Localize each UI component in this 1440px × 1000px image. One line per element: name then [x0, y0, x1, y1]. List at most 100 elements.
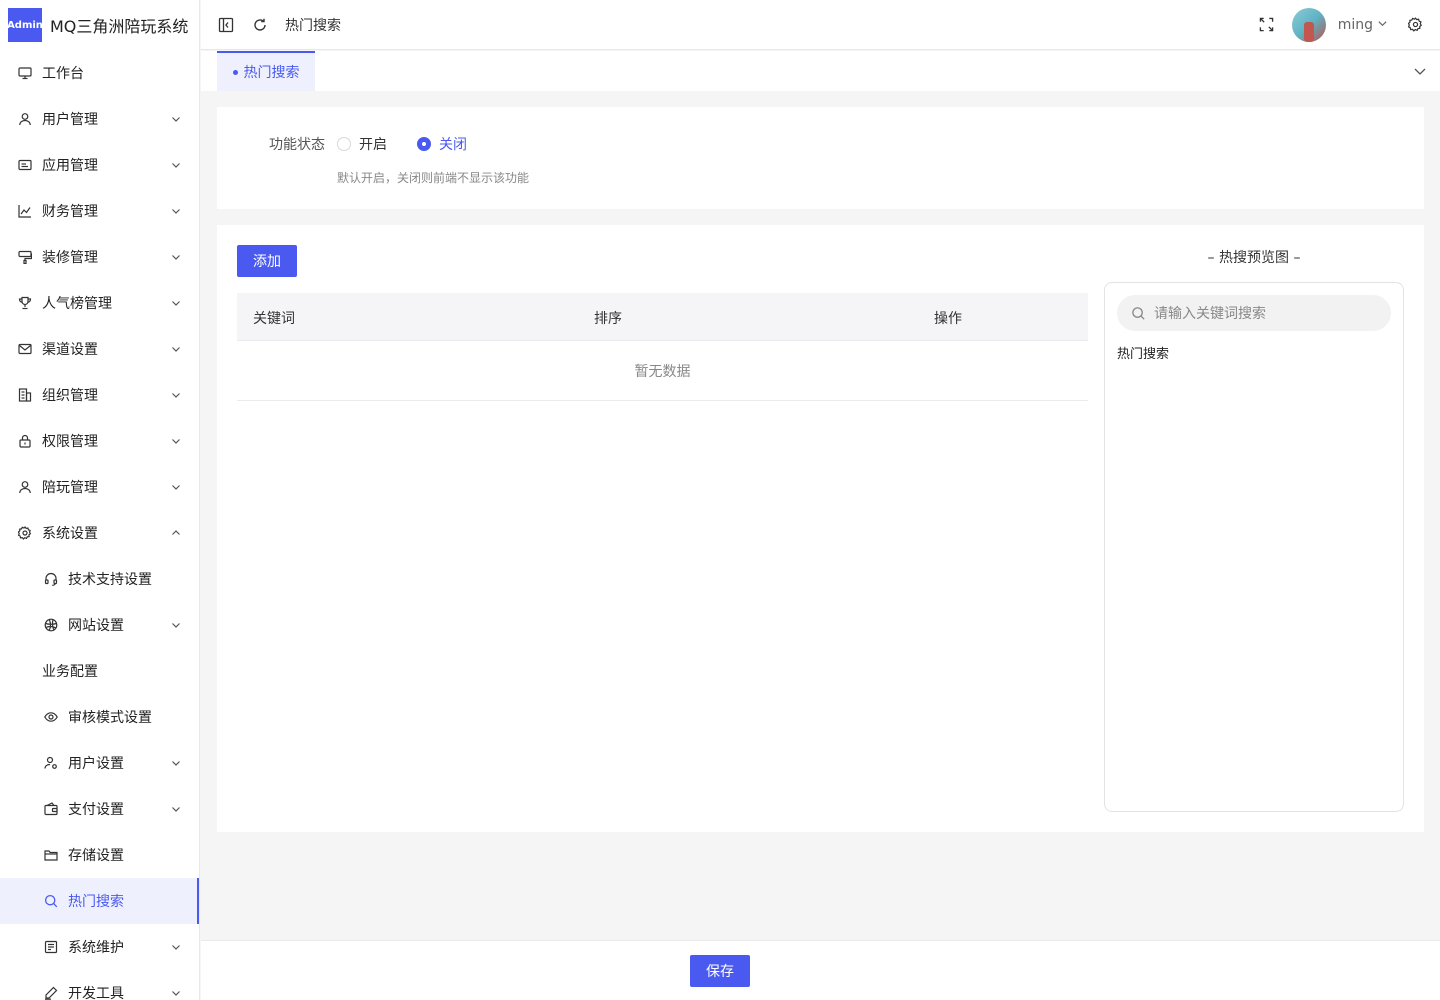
- gear-icon[interactable]: [1406, 16, 1424, 34]
- username[interactable]: ming: [1338, 17, 1373, 33]
- table-header: 关键词 排序 操作: [237, 293, 1088, 341]
- sidebar-item-label: 系统设置: [42, 526, 98, 542]
- sidebar-item-lock[interactable]: 权限管理: [0, 418, 199, 464]
- sidebar-item-label: 支付设置: [68, 802, 124, 818]
- chevron-down-icon: [171, 988, 181, 998]
- avatar[interactable]: [1291, 7, 1326, 42]
- chevron-down-icon: [171, 804, 181, 814]
- chevron-down-icon: [171, 758, 181, 768]
- sidebar-item-label: 审核模式设置: [68, 710, 152, 726]
- sidebar-item-label: 组织管理: [42, 388, 98, 404]
- radio-disable[interactable]: 关闭: [417, 134, 467, 154]
- sidebar-item-user[interactable]: 用户管理: [0, 96, 199, 142]
- tab-active-dot: [232, 69, 238, 75]
- wallet-icon: [44, 802, 58, 816]
- tab-hot-search[interactable]: 热门搜索: [217, 51, 315, 91]
- chevron-down-icon[interactable]: [1412, 63, 1428, 79]
- preview-search-input[interactable]: 请输入关键词搜索: [1117, 295, 1391, 331]
- user-settings-icon: [44, 756, 58, 770]
- maintenance-icon: [44, 940, 58, 954]
- chevron-up-icon: [171, 528, 181, 538]
- sidebar-subitem-user-settings[interactable]: 用户设置: [0, 740, 199, 786]
- user-icon: [18, 480, 32, 494]
- column-header-keyword: 关键词: [253, 311, 295, 327]
- refresh-icon[interactable]: [251, 16, 269, 34]
- chevron-down-icon: [171, 436, 181, 446]
- sidebar-item-building[interactable]: 组织管理: [0, 372, 199, 418]
- save-button[interactable]: 保存: [690, 955, 750, 987]
- keyword-table: 关键词 排序 操作 暂无数据: [237, 293, 1088, 401]
- search-icon: [1131, 306, 1146, 321]
- sidebar-item-monitor[interactable]: 工作台: [0, 50, 199, 96]
- top-header: 热门搜索 ming: [201, 0, 1440, 50]
- folder-icon: [44, 848, 58, 862]
- chart-icon: [18, 204, 32, 218]
- sidebar-subitem-item[interactable]: 业务配置: [0, 648, 199, 694]
- radio-label: 关闭: [439, 137, 467, 153]
- radio-circle[interactable]: [417, 137, 431, 151]
- brand-name: MQ三角洲陪玩系统: [50, 17, 189, 36]
- chevron-down-icon: [171, 298, 181, 308]
- sidebar-item-label: 应用管理: [42, 158, 98, 174]
- sidebar-subitem-folder[interactable]: 存储设置: [0, 832, 199, 878]
- chevron-down-icon: [171, 942, 181, 952]
- fullscreen-icon[interactable]: [1258, 16, 1276, 34]
- brush-icon: [18, 250, 32, 264]
- radio-enable[interactable]: 开启: [337, 134, 387, 154]
- preview-hot-label: 热门搜索: [1117, 347, 1170, 362]
- sidebar-item-gear[interactable]: 系统设置: [0, 510, 199, 556]
- sidebar-item-user[interactable]: 陪玩管理: [0, 464, 199, 510]
- sidebar-item-label: 陪玩管理: [42, 480, 98, 496]
- sidebar-item-label: 渠道设置: [42, 342, 98, 358]
- add-button[interactable]: 添加: [237, 245, 297, 277]
- chevron-down-icon[interactable]: [1377, 17, 1388, 33]
- chevron-down-icon: [171, 206, 181, 216]
- sidebar-item-brush[interactable]: 装修管理: [0, 234, 199, 280]
- sidebar-subitem-globe[interactable]: 网站设置: [0, 602, 199, 648]
- sidebar-subitem-wallet[interactable]: 支付设置: [0, 786, 199, 832]
- sidebar-item-label: 财务管理: [42, 204, 98, 220]
- sidebar-subitem-pen[interactable]: 开发工具: [0, 970, 199, 1000]
- globe-icon: [44, 618, 58, 632]
- tab-bar: 热门搜索: [201, 51, 1440, 91]
- sidebar-subitem-headset[interactable]: 技术支持设置: [0, 556, 199, 602]
- sidebar-item-trophy[interactable]: 人气榜管理: [0, 280, 199, 326]
- brand-logo: Admin: [7, 8, 43, 42]
- sidebar-item-label: 用户设置: [68, 756, 124, 772]
- mail-icon: [18, 342, 32, 356]
- function-status-card: 功能状态 开启 关闭 默认开启，关闭则前端不显示该功能: [217, 107, 1424, 209]
- chevron-down-icon: [171, 390, 181, 400]
- eye-icon: [44, 710, 58, 724]
- sidebar-subitem-maintenance[interactable]: 系统维护: [0, 924, 199, 970]
- sidebar-subitem-search[interactable]: 热门搜索: [0, 878, 199, 924]
- chevron-down-icon: [171, 252, 181, 262]
- sidebar-item-label: 用户管理: [42, 112, 98, 128]
- sidebar-item-label: 业务配置: [42, 664, 98, 680]
- function-status-help: 默认开启，关闭则前端不显示该功能: [337, 171, 530, 185]
- chevron-down-icon: [171, 114, 181, 124]
- building-icon: [18, 388, 32, 402]
- sidebar-item-label: 系统维护: [68, 940, 124, 956]
- chevron-down-icon: [171, 160, 181, 170]
- brand: Admin MQ三角洲陪玩系统: [0, 0, 199, 50]
- sidebar-subitem-eye[interactable]: 审核模式设置: [0, 694, 199, 740]
- preview-panel: 请输入关键词搜索 热门搜索: [1104, 282, 1404, 812]
- lock-icon: [18, 434, 32, 448]
- column-header-sort: 排序: [594, 311, 622, 327]
- search-icon: [44, 894, 58, 908]
- headset-icon: [44, 572, 58, 586]
- sidebar-menu: 工作台用户管理应用管理财务管理装修管理 人气榜管理渠道设置组织管理权限管理陪玩管理…: [0, 50, 199, 1000]
- sidebar-item-app-card[interactable]: 应用管理: [0, 142, 199, 188]
- column-header-action: 操作: [934, 311, 962, 327]
- trophy-icon: [18, 296, 32, 310]
- sidebar-item-label: 权限管理: [42, 434, 98, 450]
- chevron-down-icon: [171, 482, 181, 492]
- monitor-icon: [18, 66, 32, 80]
- sidebar-item-mail[interactable]: 渠道设置: [0, 326, 199, 372]
- footer-bar: 保存: [201, 940, 1440, 1000]
- user-icon: [18, 112, 32, 126]
- collapse-sidebar-icon[interactable]: [217, 16, 235, 34]
- radio-circle[interactable]: [337, 137, 351, 151]
- sidebar-item-chart[interactable]: 财务管理: [0, 188, 199, 234]
- tab-label: 热门搜索: [243, 65, 300, 81]
